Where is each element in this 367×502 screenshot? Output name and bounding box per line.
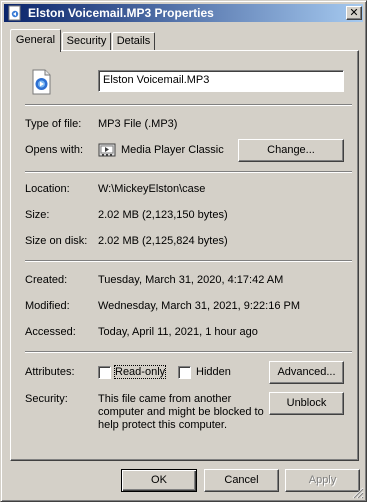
general-tab-panel: Elston Voicemail.MP3 Type of file: MP3 F… [10, 50, 359, 461]
tab-details-label: Details [116, 35, 151, 47]
unblock-button-label: Unblock [286, 397, 327, 409]
hidden-checkbox[interactable] [178, 366, 191, 379]
size-on-disk-value: 2.02 MB (2,125,824 bytes) [98, 235, 228, 247]
security-text-line: computer and might be blocked to [98, 406, 264, 418]
media-player-classic-icon [98, 143, 116, 157]
tab-general[interactable]: General [10, 29, 61, 52]
properties-dialog: Elston Voicemail.MP3 Properties ✕ Genera… [0, 0, 367, 502]
opens-with-value: Media Player Classic [121, 144, 224, 156]
file-name-input[interactable]: Elston Voicemail.MP3 [98, 70, 344, 92]
close-icon: ✕ [349, 6, 359, 19]
tab-details[interactable]: Details [112, 32, 155, 50]
advanced-button-label: Advanced... [277, 366, 336, 378]
created-value: Tuesday, March 31, 2020, 4:17:42 AM [98, 274, 284, 286]
change-button-label: Change... [267, 144, 315, 156]
opens-with-label: Opens with: [25, 144, 84, 156]
read-only-label[interactable]: Read-only [113, 365, 167, 379]
unblock-button[interactable]: Unblock [269, 392, 344, 415]
resize-grip-icon[interactable] [352, 487, 364, 499]
ok-button-label: OK [151, 474, 167, 486]
separator [25, 171, 352, 173]
tab-security[interactable]: Security [62, 32, 111, 50]
location-label: Location: [25, 183, 70, 195]
mp3-file-icon [8, 5, 21, 21]
location-value: W:\MickeyElston\case [98, 183, 206, 195]
size-on-disk-label: Size on disk: [25, 235, 88, 247]
attributes-label: Attributes: [25, 366, 75, 378]
change-button[interactable]: Change... [238, 139, 344, 162]
modified-label: Modified: [25, 300, 70, 312]
window-title: Elston Voicemail.MP3 Properties [28, 6, 214, 20]
security-text-line: help protect this computer. [98, 419, 228, 431]
separator [25, 104, 352, 106]
advanced-button[interactable]: Advanced... [269, 361, 344, 384]
separator [25, 260, 352, 262]
accessed-label: Accessed: [25, 326, 76, 338]
apply-button-label: Apply [308, 474, 337, 486]
file-name-value: Elston Voicemail.MP3 [103, 74, 210, 86]
ok-button[interactable]: OK [121, 469, 197, 492]
title-bar[interactable]: Elston Voicemail.MP3 Properties ✕ [4, 4, 363, 22]
security-text-line: This file came from another [98, 393, 232, 405]
mp3-file-icon [32, 69, 51, 95]
separator [25, 351, 352, 353]
created-label: Created: [25, 274, 68, 286]
cancel-button[interactable]: Cancel [204, 469, 279, 492]
tab-general-label: General [15, 34, 56, 46]
size-value: 2.02 MB (2,123,150 bytes) [98, 209, 228, 221]
tab-security-label: Security [66, 35, 107, 47]
read-only-checkbox[interactable] [98, 366, 111, 379]
size-label: Size: [25, 209, 50, 221]
apply-button[interactable]: Apply [285, 469, 360, 492]
type-of-file-value: MP3 File (.MP3) [98, 118, 178, 130]
hidden-label[interactable]: Hidden [196, 366, 231, 378]
type-of-file-label: Type of file: [25, 118, 82, 130]
close-button[interactable]: ✕ [346, 6, 362, 20]
security-warning-text: This file came from another computer and… [98, 393, 264, 432]
security-label: Security: [25, 393, 68, 405]
modified-value: Wednesday, March 31, 2021, 9:22:16 PM [98, 300, 300, 312]
accessed-value: Today, April 11, 2021, 1 hour ago [98, 326, 258, 338]
cancel-button-label: Cancel [224, 474, 259, 486]
